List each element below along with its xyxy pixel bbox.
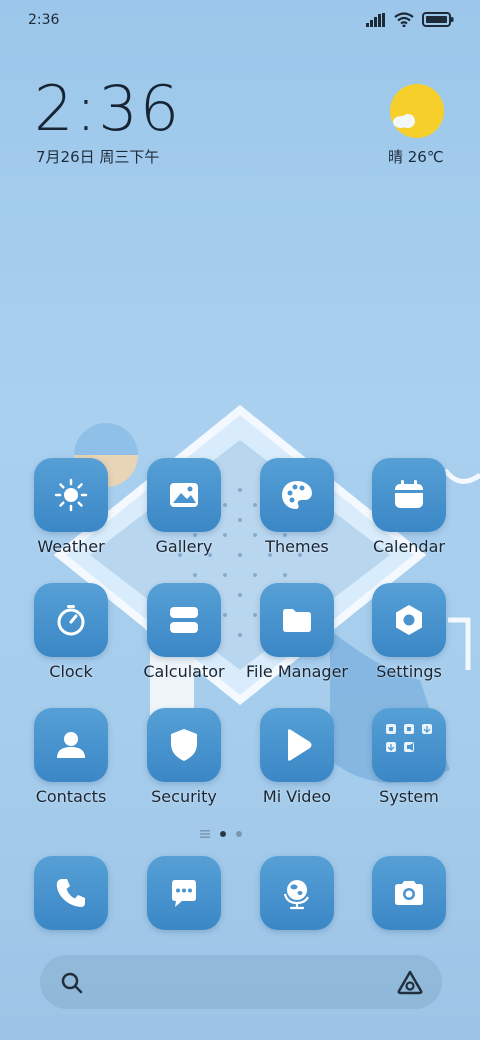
dock-messages[interactable] bbox=[128, 856, 240, 930]
app-calculator[interactable]: Calculator bbox=[128, 583, 240, 681]
menu-lines-icon bbox=[200, 830, 210, 838]
browser-globe-icon bbox=[283, 880, 309, 910]
app-label: System bbox=[379, 787, 439, 806]
folder-icon bbox=[283, 609, 311, 632]
status-bar-time: 2:36 bbox=[28, 12, 60, 28]
weather-widget-text: 晴 26℃ bbox=[388, 148, 444, 166]
app-label: Contacts bbox=[35, 787, 107, 806]
mi-video-app-icon bbox=[260, 708, 334, 782]
calendar-app-icon bbox=[372, 458, 446, 532]
security-app-icon bbox=[147, 708, 221, 782]
dock-camera[interactable] bbox=[353, 856, 465, 930]
calculator-icon bbox=[170, 607, 198, 633]
signal-icon bbox=[366, 12, 385, 27]
app-label: Clock bbox=[49, 662, 93, 681]
sunny-partly-cloudy-icon[interactable] bbox=[390, 84, 444, 138]
app-label: File Manager bbox=[246, 662, 348, 681]
app-weather[interactable]: Weather bbox=[15, 458, 127, 556]
page-dot[interactable] bbox=[236, 831, 242, 837]
file-manager-app-icon bbox=[260, 583, 334, 657]
app-file-manager[interactable]: File Manager bbox=[241, 583, 353, 681]
app-label: Security bbox=[151, 787, 217, 806]
app-themes[interactable]: Themes bbox=[241, 458, 353, 556]
app-settings[interactable]: Settings bbox=[353, 583, 465, 681]
camera-app-icon bbox=[372, 856, 446, 930]
camera-icon bbox=[395, 881, 423, 905]
weather-app-icon bbox=[34, 458, 108, 532]
calculator-app-icon bbox=[147, 583, 221, 657]
assistant-icon[interactable] bbox=[396, 969, 424, 995]
system-folder-tile bbox=[372, 708, 446, 782]
settings-hex-icon bbox=[396, 605, 422, 635]
app-gallery[interactable]: Gallery bbox=[128, 458, 240, 556]
search-bar[interactable] bbox=[40, 955, 442, 1009]
folder-grid-icon bbox=[386, 724, 432, 752]
cloud-icon bbox=[393, 114, 415, 128]
search-icon[interactable] bbox=[60, 971, 84, 995]
calendar-icon bbox=[395, 480, 423, 508]
stopwatch-icon bbox=[57, 605, 85, 636]
dock-browser[interactable] bbox=[241, 856, 353, 930]
app-label: Mi Video bbox=[262, 787, 332, 806]
phone-icon bbox=[56, 879, 85, 907]
app-label: Themes bbox=[265, 537, 329, 556]
battery-icon bbox=[422, 12, 454, 27]
app-contacts[interactable]: Contacts bbox=[15, 708, 127, 806]
messages-app-icon bbox=[147, 856, 221, 930]
themes-app-icon bbox=[260, 458, 334, 532]
clock-app-icon bbox=[34, 583, 108, 657]
app-calendar[interactable]: Calendar bbox=[353, 458, 465, 556]
app-clock[interactable]: Clock bbox=[15, 583, 127, 681]
shield-icon bbox=[171, 729, 197, 761]
gallery-icon bbox=[170, 483, 198, 507]
play-icon bbox=[288, 729, 312, 761]
phone-app-icon bbox=[34, 856, 108, 930]
app-label: Settings bbox=[376, 662, 442, 681]
wifi-icon bbox=[394, 12, 414, 27]
message-icon bbox=[172, 880, 196, 907]
page-indicator[interactable] bbox=[200, 830, 242, 838]
gallery-app-icon bbox=[147, 458, 221, 532]
app-label: Calculator bbox=[143, 662, 225, 681]
app-label: Gallery bbox=[155, 537, 213, 556]
app-security[interactable]: Security bbox=[128, 708, 240, 806]
palette-icon bbox=[282, 481, 312, 509]
app-label: Calendar bbox=[373, 537, 445, 556]
app-system-folder[interactable]: System bbox=[353, 708, 465, 806]
status-bar-icons bbox=[366, 12, 454, 27]
weather-sun-icon bbox=[54, 478, 88, 512]
clock-widget-date: 7月26日 周三下午 bbox=[36, 148, 160, 166]
clock-widget-time[interactable]: 2:36 bbox=[34, 72, 181, 145]
contacts-app-icon bbox=[34, 708, 108, 782]
dock-phone[interactable] bbox=[15, 856, 127, 930]
browser-app-icon bbox=[260, 856, 334, 930]
page-dot-active[interactable] bbox=[220, 831, 226, 837]
person-icon bbox=[57, 732, 85, 758]
app-mi-video[interactable]: Mi Video bbox=[241, 708, 353, 806]
app-label: Weather bbox=[37, 537, 105, 556]
settings-app-icon bbox=[372, 583, 446, 657]
